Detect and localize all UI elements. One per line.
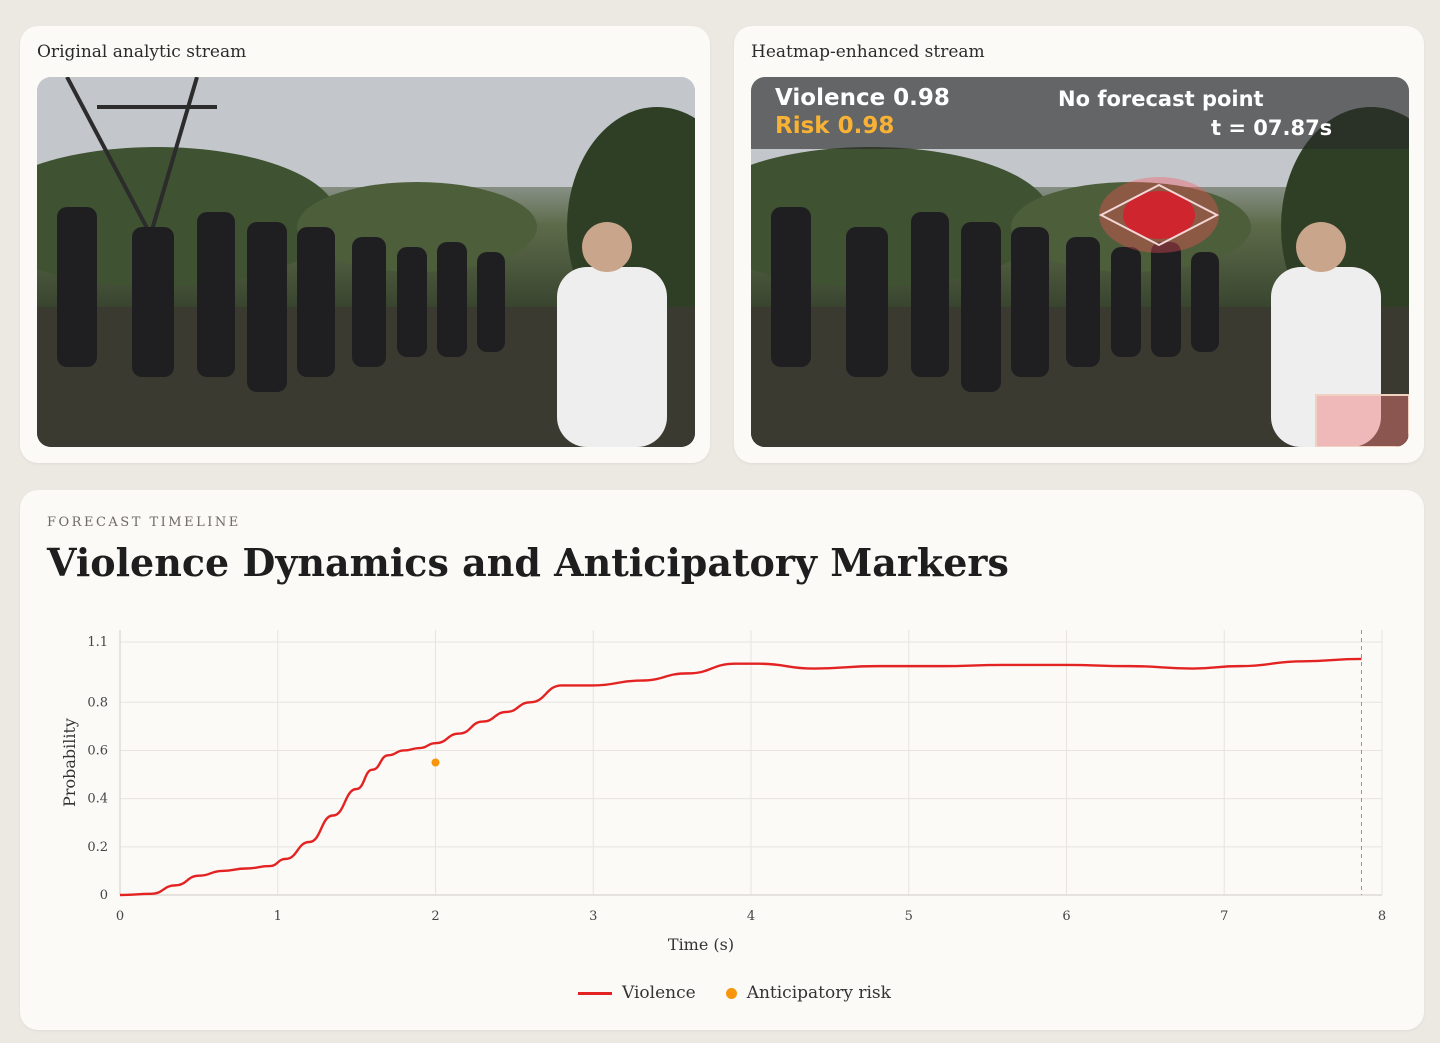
x-tick-label: 7 bbox=[1220, 909, 1228, 924]
violence-chart[interactable]: 0 1 2 3 4 5 6 7 8 0 0.2 0.4 0.6 0.8 1.1 Time (s) Probabi… bbox=[20, 490, 1424, 1030]
heatmap-stream-card: Heatmap-enhanced stream Violence 0.98 Ri… bbox=[734, 26, 1424, 463]
y-tick-label: 1.1 bbox=[87, 635, 108, 650]
x-tick-label: 6 bbox=[1062, 909, 1070, 924]
original-video[interactable] bbox=[37, 77, 695, 447]
chart-legend: Violence Anticipatory risk bbox=[578, 983, 891, 1003]
timestamp-text: t = 07.87s bbox=[1211, 116, 1333, 140]
risk-score-text: Risk 0.98 bbox=[775, 113, 895, 139]
violence-series-line bbox=[119, 657, 1362, 897]
x-tick-label: 1 bbox=[274, 909, 282, 924]
original-stream-card: Original analytic stream bbox=[20, 26, 710, 463]
legend-risk-label[interactable]: Anticipatory risk bbox=[747, 983, 891, 1003]
y-tick-label: 0.6 bbox=[87, 743, 108, 758]
legend-violence-swatch bbox=[578, 991, 612, 995]
legend-violence-label[interactable]: Violence bbox=[622, 983, 696, 1003]
heatmap-stream-title: Heatmap-enhanced stream bbox=[751, 42, 985, 62]
y-tick-label: 0.2 bbox=[87, 840, 108, 855]
x-tick-label: 3 bbox=[589, 909, 597, 924]
violence-score-text: Violence 0.98 bbox=[775, 85, 950, 111]
y-tick-label: 0 bbox=[100, 888, 108, 903]
x-tick-label: 5 bbox=[905, 909, 913, 924]
x-tick-label: 2 bbox=[431, 909, 439, 924]
original-stream-title: Original analytic stream bbox=[37, 42, 247, 62]
x-tick-label: 0 bbox=[116, 909, 124, 924]
x-axis-label: Time (s) bbox=[668, 935, 734, 954]
heatmap-video[interactable]: Violence 0.98 Risk 0.98 No forecast poin… bbox=[751, 77, 1409, 447]
x-tick-label: 4 bbox=[747, 909, 755, 924]
y-tick-label: 0.8 bbox=[87, 695, 108, 710]
y-axis-label: Probability bbox=[60, 718, 79, 807]
anticipatory-risk-point bbox=[431, 758, 440, 767]
crowd-scene-image bbox=[37, 77, 695, 447]
x-tick-label: 8 bbox=[1378, 909, 1386, 924]
legend-risk-swatch bbox=[725, 987, 737, 999]
forecast-status-text: No forecast point bbox=[1058, 87, 1264, 111]
forecast-timeline-card: FORECAST TIMELINE Violence Dynamics and … bbox=[20, 490, 1424, 1030]
y-tick-label: 0.4 bbox=[87, 792, 108, 807]
